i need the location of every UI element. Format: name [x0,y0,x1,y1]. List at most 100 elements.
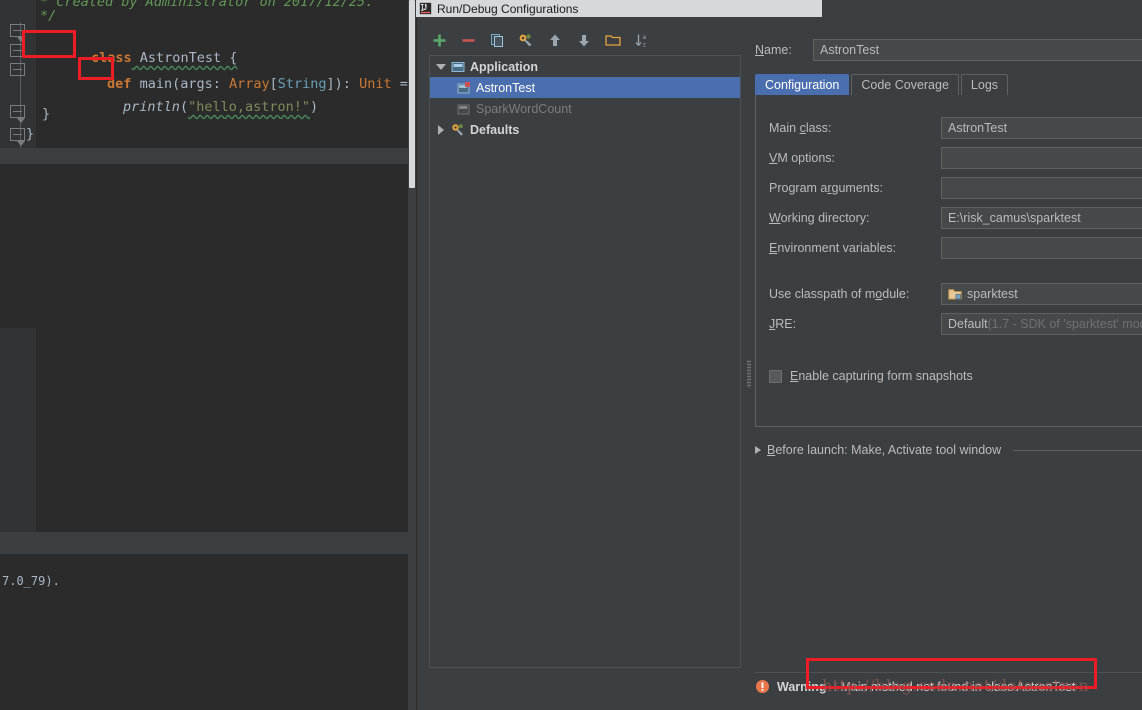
code-line-close-inner: } [42,106,51,122]
tree-node-astrontest-label: AstronTest [476,80,536,95]
fold-marker-outer-close[interactable] [10,128,25,146]
copy-configuration-button[interactable] [487,30,507,50]
main-class-value: AstronTest [948,121,1008,135]
tab-code-coverage-label: Code Coverage [861,78,949,92]
working-directory-label: Working directory: [769,211,870,225]
field-row-environment-variables: Environment variables: [769,237,1142,259]
enable-capturing-form-snapshots-checkbox[interactable] [769,369,782,383]
before-launch-label: Before launch: Make, Activate tool windo… [767,443,1002,457]
fold-marker-comment[interactable] [10,24,25,42]
tab-code-coverage[interactable]: Code Coverage [851,74,959,95]
jre-value: Default [948,317,988,331]
tab-logs[interactable]: Logs [960,74,1009,95]
console-panel-divider[interactable] [0,532,408,554]
sort-configurations-button[interactable]: a z [632,30,652,50]
run-config-icon [457,104,470,114]
screen-root: * Created by Administrator on 2017/12/25… [0,0,1142,710]
copy-icon [490,33,503,47]
enable-capturing-form-snapshots-row[interactable]: Enable capturing form snapshots [769,369,973,383]
field-row-jre: JRE: Default (1.7 - SDK of 'sparktest' m… [769,313,1142,335]
tab-strip: Configuration Code Coverage Logs [755,73,1142,95]
console-output-line: 7.0_79). [2,574,60,588]
name-input[interactable]: AstronTest [813,39,1142,61]
field-row-working-directory: Working directory: E:\risk_camus\sparkte… [769,207,1142,229]
before-launch-rule [1013,449,1142,451]
watermark-text: http://blog.csdn.net/dataastron [822,676,1090,695]
tab-configuration-label: Configuration [765,78,840,92]
code-line-comment-tail: * Created by Administrator on 2017/12/25… [40,0,374,10]
dialog-body: a z Application AstronTest SparkWordCoun… [416,17,1142,710]
run-config-icon [457,81,470,93]
chevron-right-icon[interactable] [436,124,446,135]
vm-options-input[interactable] [941,147,1142,169]
warning-prefix: Warning [777,679,827,694]
application-icon [451,61,465,72]
main-class-input[interactable]: AstronTest [941,117,1142,139]
dialog-title-bar[interactable]: Run/Debug Configurations [416,0,822,17]
code-line-println: println("hello,astron!") [123,99,319,115]
move-up-button[interactable] [545,30,565,50]
sort-az-icon: a z [635,34,646,48]
working-directory-value: E:\risk_camus\sparktest [948,211,1081,225]
name-field-label: Name: [755,43,792,57]
ide-editor-backdrop: * Created by Administrator on 2017/12/25… [0,0,424,710]
tab-logs-label: Logs [970,78,999,92]
move-down-button[interactable] [574,30,594,50]
editor-panel-divider[interactable] [0,148,408,164]
svg-text:a: a [642,34,646,41]
chevron-down-icon[interactable] [436,62,446,72]
jre-label: JRE: [769,317,797,331]
environment-variables-label: Environment variables: [769,241,897,255]
tree-node-sparkwordcount[interactable]: SparkWordCount [430,98,740,119]
use-classpath-of-module-value: sparktest [967,287,1018,301]
name-field-row: Name: AstronTest [755,39,1142,61]
field-row-main-class: Main class: AstronTest [769,117,1142,139]
environment-variables-input[interactable] [941,237,1142,259]
fold-marker-inner-close[interactable] [10,105,25,123]
code-line-close-outer: } [26,126,35,142]
jre-combo[interactable]: Default (1.7 - SDK of 'sparktest' mod [941,313,1142,335]
remove-configuration-button[interactable] [458,30,478,50]
working-directory-input[interactable]: E:\risk_camus\sparktest [941,207,1142,229]
configurations-tree[interactable]: Application AstronTest SparkWordCount De… [429,55,741,668]
enable-capturing-form-snapshots-label: Enable capturing form snapshots [790,369,973,383]
arrow-down-icon [579,34,589,46]
code-token-println: println [123,99,180,115]
main-class-label: Main class: [769,121,832,135]
editor-scrollbar-thumb[interactable] [409,0,415,188]
tree-node-defaults-label: Defaults [470,122,520,137]
code-editor-pane[interactable]: * Created by Administrator on 2017/12/25… [0,0,424,532]
module-icon [948,288,962,299]
configurations-toolbar: a z [429,27,652,53]
console-pane[interactable] [0,554,408,710]
program-arguments-label: Program arguments: [769,181,883,195]
tree-node-defaults[interactable]: Defaults [430,119,740,140]
tree-node-application[interactable]: Application [430,56,740,77]
use-classpath-of-module-combo[interactable]: sparktest [941,283,1142,305]
tree-node-sparkwordcount-label: SparkWordCount [476,101,572,116]
fold-marker-class[interactable] [10,44,25,57]
configuration-form: Name: AstronTest Configuration Code Cove… [755,27,1142,667]
code-token-string-literal: "hello,astron!" [188,99,310,115]
use-classpath-of-module-label: Use classpath of module: [769,287,910,301]
field-row-vm-options: VM options: [769,147,1142,169]
splitter-grip[interactable] [747,360,751,388]
program-arguments-input[interactable] [941,177,1142,199]
add-configuration-button[interactable] [429,30,449,50]
plus-icon [433,34,445,46]
arrow-up-icon [550,34,560,46]
code-line-comment-close: */ [40,8,57,24]
tree-node-application-label: Application [470,59,539,74]
panel-splitter[interactable] [745,55,753,668]
edit-defaults-button[interactable] [516,30,536,50]
configuration-tab-panel: Main class: AstronTest VM options: Progr… [755,95,1142,427]
tab-configuration[interactable]: Configuration [755,74,850,95]
vm-options-label: VM options: [769,151,836,165]
create-folder-button[interactable] [603,30,623,50]
fold-marker-def[interactable] [10,63,25,76]
editor-lower-pane [0,164,408,696]
field-row-program-arguments: Program arguments: [769,177,1142,199]
chevron-right-icon[interactable] [755,446,761,454]
before-launch-section[interactable]: Before launch: Make, Activate tool windo… [755,441,1142,459]
tree-node-astrontest[interactable]: AstronTest [430,77,740,98]
